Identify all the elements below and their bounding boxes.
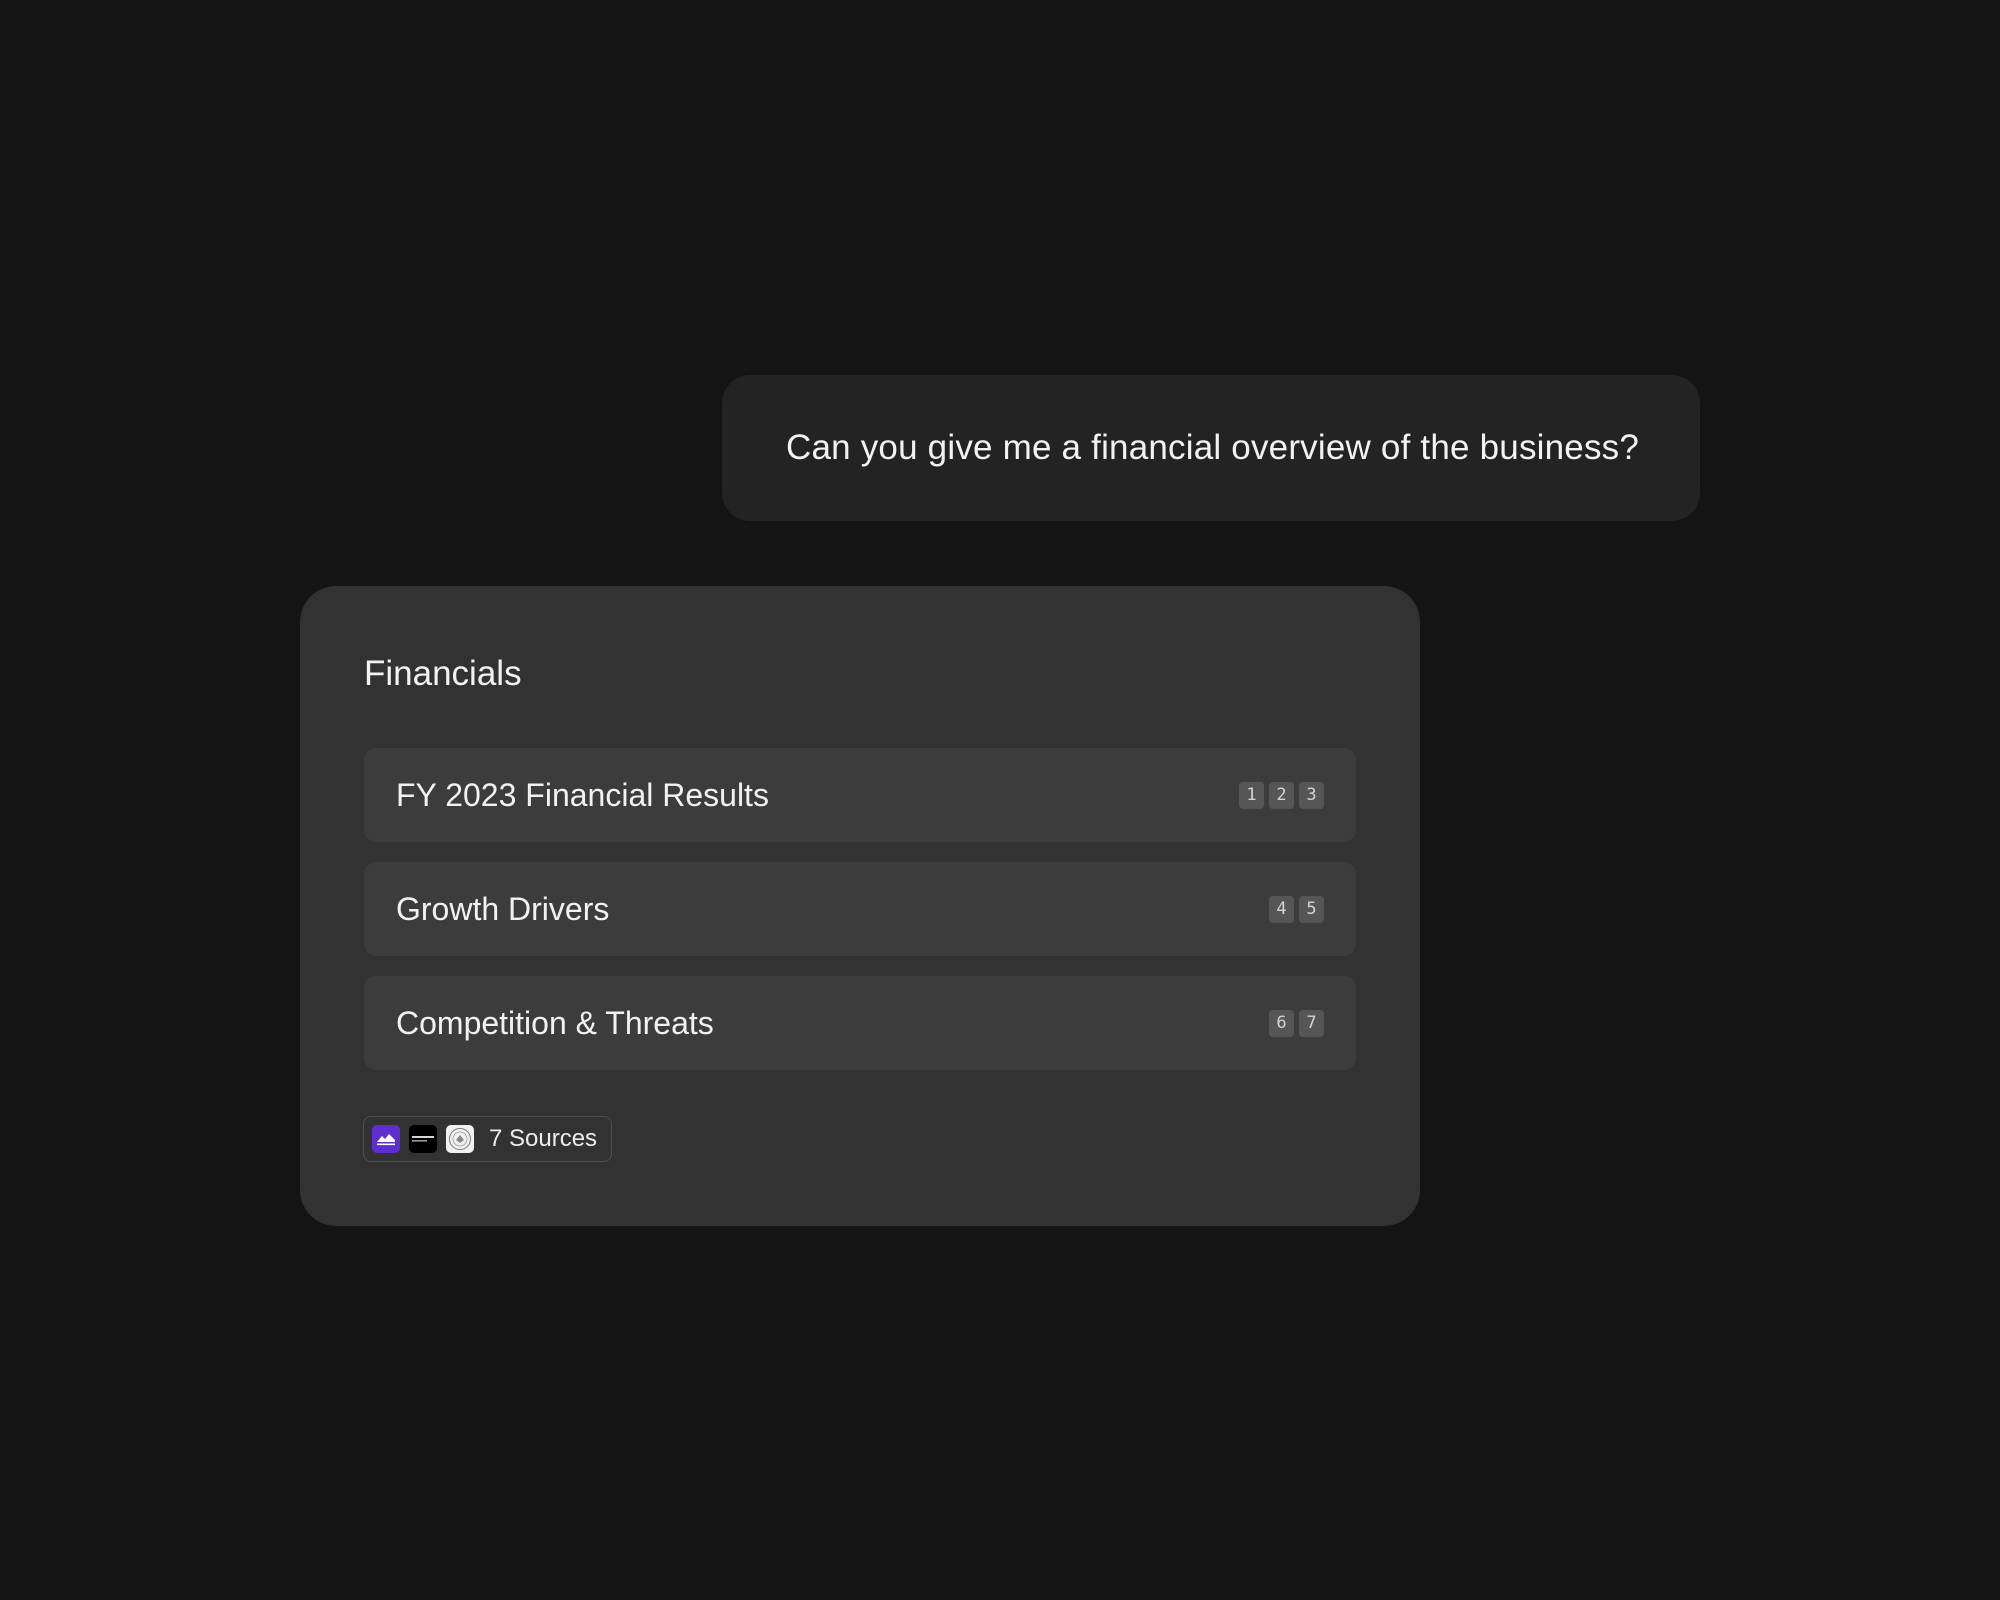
yahoo-finance-icon — [372, 1125, 400, 1153]
citation-badge[interactable]: 1 — [1239, 781, 1264, 809]
citation-group: 4 5 — [1269, 895, 1324, 923]
user-message-text: Can you give me a financial overview of … — [786, 428, 1640, 467]
topic-label: Growth Drivers — [396, 890, 610, 927]
citation-group: 1 2 3 — [1239, 781, 1324, 809]
citation-badge[interactable]: 7 — [1299, 1009, 1324, 1037]
answer-card: Financials FY 2023 Financial Results 1 2… — [300, 586, 1420, 1226]
topic-label: Competition & Threats — [396, 1004, 714, 1041]
citation-badge[interactable]: 3 — [1299, 781, 1324, 809]
topic-fy2023-financial-results[interactable]: FY 2023 Financial Results 1 2 3 — [364, 748, 1356, 842]
topic-label: FY 2023 Financial Results — [396, 776, 769, 813]
citation-badge[interactable]: 6 — [1269, 1009, 1294, 1037]
user-message-bubble: Can you give me a financial overview of … — [722, 375, 1700, 521]
citation-badge[interactable]: 4 — [1269, 895, 1294, 923]
bloomberg-icon — [409, 1125, 437, 1153]
topic-growth-drivers[interactable]: Growth Drivers 4 5 — [364, 862, 1356, 956]
answer-title: Financials — [364, 654, 522, 693]
citation-group: 6 7 — [1269, 1009, 1324, 1037]
sources-count-label: 7 Sources — [489, 1125, 598, 1152]
citation-badge[interactable]: 5 — [1299, 895, 1324, 923]
sources-button[interactable]: 7 Sources — [363, 1116, 613, 1162]
citation-badge[interactable]: 2 — [1269, 781, 1294, 809]
sec-seal-icon — [446, 1125, 474, 1153]
topic-competition-threats[interactable]: Competition & Threats 6 7 — [364, 976, 1356, 1070]
